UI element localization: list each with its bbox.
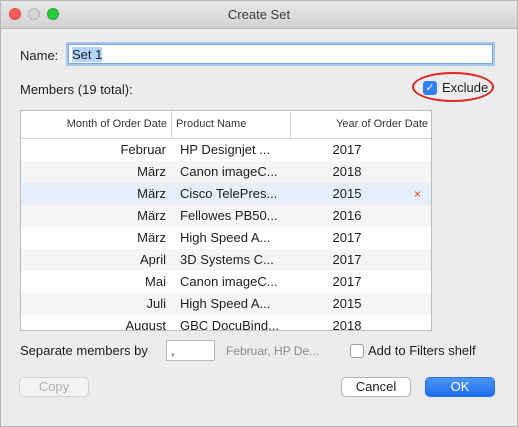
table-row[interactable]: Mai Canon imageC... 2017	[21, 271, 431, 293]
month-cell: Juli	[146, 296, 166, 311]
name-label: Name:	[20, 48, 59, 63]
copy-button[interactable]: Copy	[19, 377, 89, 397]
column-header-year[interactable]: Year of Order Date	[291, 111, 431, 138]
separator-preview: Februar, HP De...	[226, 344, 320, 358]
cancel-button[interactable]: Cancel	[341, 377, 411, 397]
separator-label: Separate members by	[20, 343, 148, 358]
column-header-month[interactable]: Month of Order Date	[21, 111, 172, 138]
year-cell: 2017	[332, 142, 362, 157]
month-cell: August	[125, 318, 166, 331]
month-cell: Februar	[120, 142, 166, 157]
product-cell: HP Designjet ...	[180, 142, 271, 157]
window-title: Create Set	[227, 7, 291, 22]
exclude-checkbox-annotation-circle[interactable]: ✓ Exclude	[412, 72, 494, 102]
month-cell: März	[137, 208, 166, 223]
year-cell: 2018	[332, 318, 362, 331]
members-table: Month of Order Date Product Name Year of…	[20, 110, 432, 331]
product-cell: High Speed A...	[180, 296, 271, 311]
month-cell: März	[137, 186, 166, 201]
product-cell: Cisco TelePres...	[180, 186, 278, 201]
table-row[interactable]: April 3D Systems C... 2017	[21, 249, 431, 271]
exclude-label: Exclude	[442, 80, 489, 95]
month-cell: April	[139, 252, 166, 267]
year-cell: 2018	[332, 164, 362, 179]
month-cell: März	[137, 164, 166, 179]
table-row[interactable]: März High Speed A... 2017	[21, 227, 431, 249]
name-input[interactable]: Set 1	[68, 44, 493, 64]
remove-member-icon[interactable]: ×	[414, 183, 421, 205]
column-header-product[interactable]: Product Name	[172, 111, 291, 138]
exclude-checkbox[interactable]: ✓	[423, 81, 437, 95]
title-bar: Create Set	[1, 1, 517, 29]
month-cell: März	[137, 230, 166, 245]
table-row[interactable]: Juli High Speed A... 2015	[21, 293, 431, 315]
table-row[interactable]: März Canon imageC... 2018	[21, 161, 431, 183]
year-cell: 2016	[332, 208, 362, 223]
year-cell: 2015	[332, 186, 362, 201]
create-set-dialog: Create Set Name: Set 1 Members (19 total…	[0, 0, 518, 427]
table-row-hovered[interactable]: März Cisco TelePres... 2015 ×	[21, 183, 431, 205]
product-cell: GBC DocuBind...	[180, 318, 279, 331]
add-to-filters-checkbox[interactable]	[350, 344, 364, 358]
product-cell: Canon imageC...	[180, 164, 278, 179]
year-cell: 2017	[332, 252, 362, 267]
product-cell: 3D Systems C...	[180, 252, 274, 267]
members-count-label: Members (19 total):	[20, 82, 133, 97]
month-cell: Mai	[145, 274, 166, 289]
table-row[interactable]: März Fellowes PB50... 2016	[21, 205, 431, 227]
product-cell: Fellowes PB50...	[180, 208, 278, 223]
year-cell: 2017	[332, 230, 362, 245]
table-row[interactable]: August GBC DocuBind... 2018	[21, 315, 431, 331]
name-value: Set 1	[72, 47, 103, 62]
add-to-filters-label[interactable]: Add to Filters shelf	[368, 343, 476, 358]
ok-button[interactable]: OK	[425, 377, 495, 397]
table-body: Februar HP Designjet ... 2017 März Canon…	[21, 139, 431, 331]
separator-input[interactable]: ,	[166, 340, 215, 361]
year-cell: 2015	[332, 296, 362, 311]
table-header: Month of Order Date Product Name Year of…	[21, 111, 431, 139]
product-cell: Canon imageC...	[180, 274, 278, 289]
year-cell: 2017	[332, 274, 362, 289]
table-row[interactable]: Februar HP Designjet ... 2017	[21, 139, 431, 161]
product-cell: High Speed A...	[180, 230, 271, 245]
